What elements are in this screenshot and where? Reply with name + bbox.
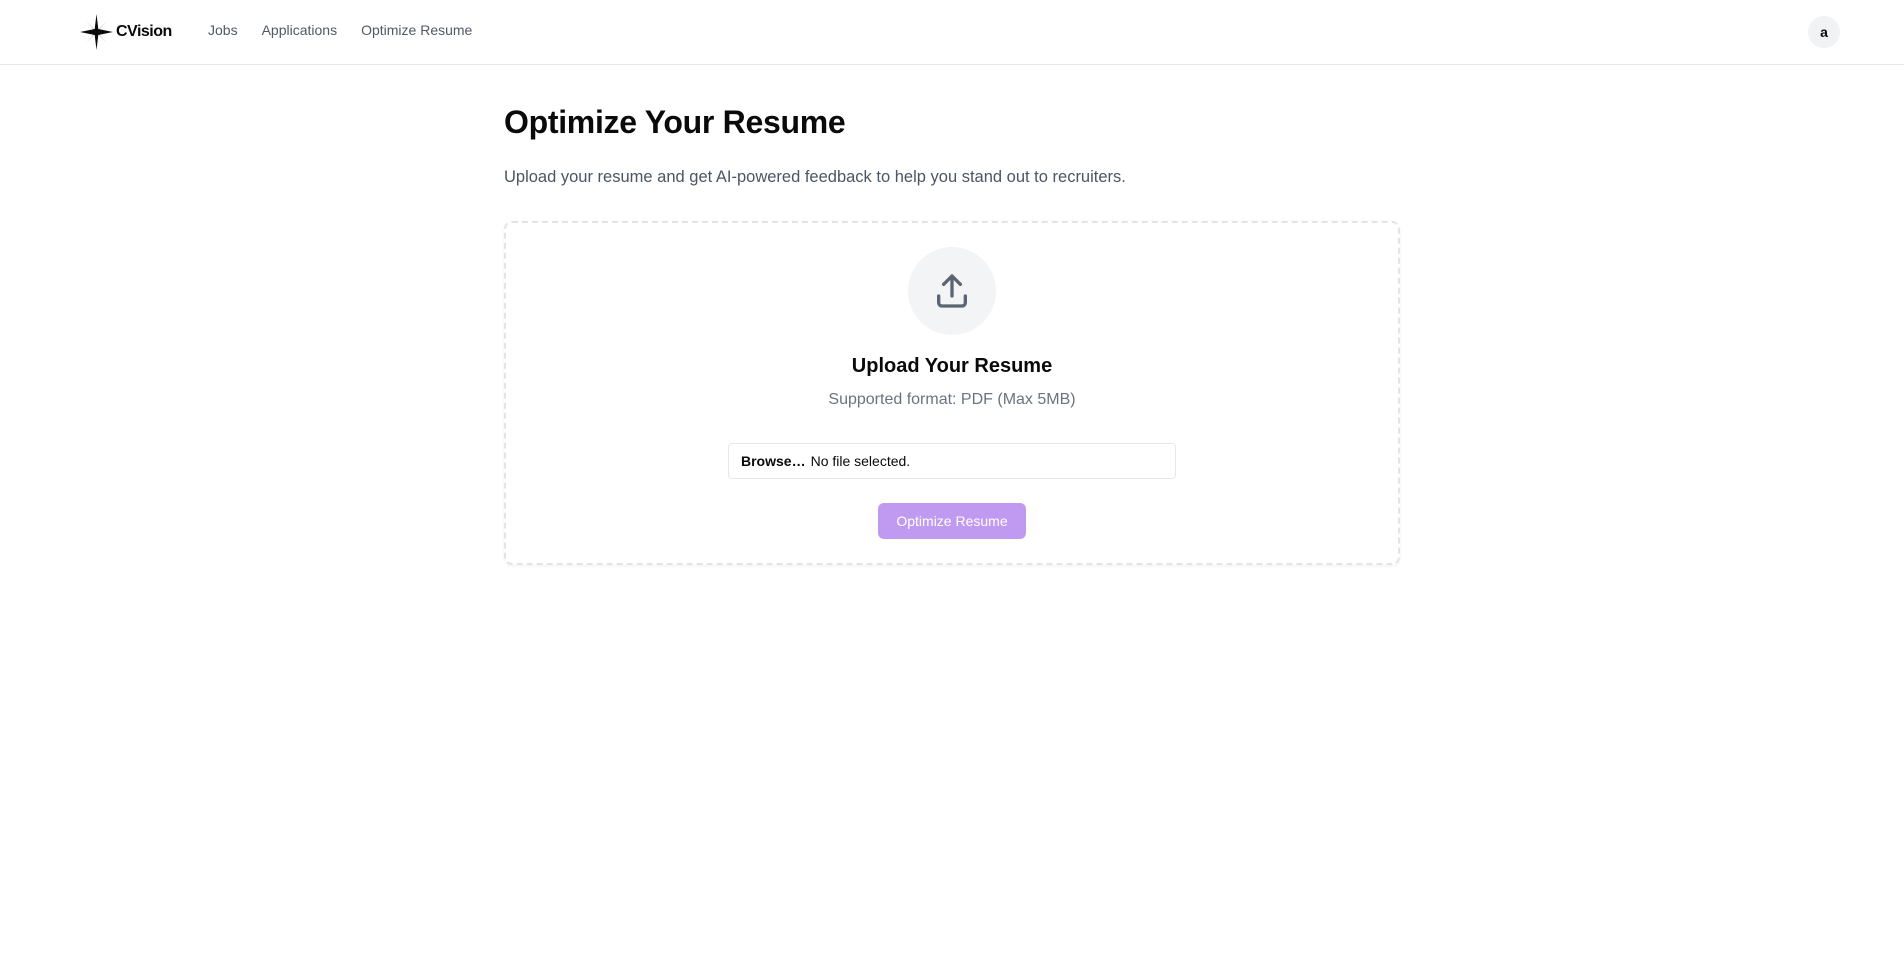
- main-nav: Jobs Applications Optimize Resume: [208, 22, 472, 38]
- upload-icon-container: [908, 247, 996, 335]
- user-avatar[interactable]: a: [1808, 16, 1840, 48]
- browse-button[interactable]: Browse…: [741, 453, 806, 469]
- star-logo-icon: [80, 14, 113, 50]
- page-subtitle: Upload your resume and get AI-powered fe…: [504, 168, 1126, 186]
- nav-link-jobs[interactable]: Jobs: [208, 22, 238, 38]
- file-status-text: No file selected.: [810, 453, 911, 469]
- upload-icon: [937, 274, 967, 308]
- resume-file-input[interactable]: Browse… No file selected.: [728, 443, 1176, 479]
- upload-format-note: Supported format: PDF (Max 5MB): [828, 391, 1076, 408]
- nav-link-optimize-resume[interactable]: Optimize Resume: [361, 22, 472, 38]
- top-navigation-bar: CVision Jobs Applications Optimize Resum…: [0, 0, 1904, 65]
- upload-dropzone[interactable]: Upload Your Resume Supported format: PDF…: [504, 221, 1400, 565]
- nav-link-applications[interactable]: Applications: [262, 22, 338, 38]
- optimize-resume-button[interactable]: Optimize Resume: [878, 503, 1026, 539]
- upload-title: Upload Your Resume: [851, 355, 1053, 377]
- brand-name: CVision: [116, 23, 172, 40]
- page-title: Optimize Your Resume: [504, 104, 846, 140]
- brand-logo-link[interactable]: CVision: [80, 14, 172, 50]
